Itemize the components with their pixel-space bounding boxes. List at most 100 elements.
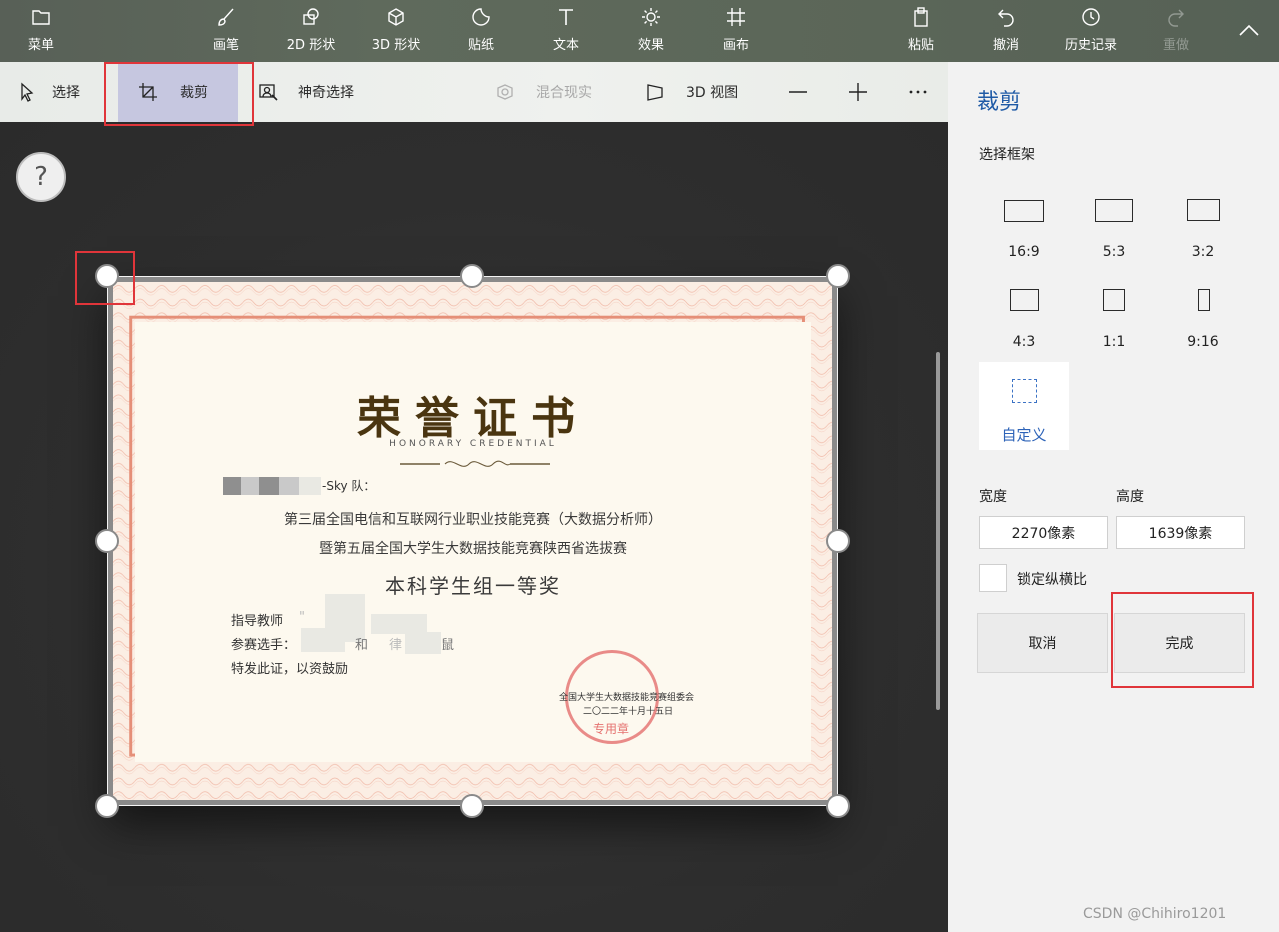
- crop-handle-bottom-left[interactable]: [95, 794, 119, 818]
- cursor-icon: [21, 82, 34, 102]
- mixed-reality-tool[interactable]: 混合现实: [495, 62, 592, 122]
- crop-handle-bottom-right[interactable]: [826, 794, 850, 818]
- ratio-1-1-button[interactable]: 1:1: [1069, 282, 1159, 372]
- redacted-team-name: [279, 477, 299, 495]
- sticker-icon: [472, 8, 490, 26]
- more-icon: [909, 90, 927, 94]
- magic-select-label: 神奇选择: [298, 85, 354, 101]
- crop-handle-bottom[interactable]: [460, 794, 484, 818]
- crop-panel: 裁剪 选择框架 16:9 5:3 3:2 4:3 1:1 9:16 自定义 宽度…: [948, 62, 1279, 932]
- magic-select-tool[interactable]: 神奇选择: [258, 62, 354, 122]
- teacher-label: 指导教师: [231, 614, 284, 629]
- menu-button[interactable]: 菜单: [5, 6, 77, 58]
- text-button[interactable]: 文本: [530, 6, 602, 58]
- redacted-team-name: [223, 477, 241, 495]
- ratio-3-2-button[interactable]: 3:2: [1158, 192, 1248, 282]
- canvas-area[interactable]: ? 荣誉证书 HONORARY CREDENTIAL -Sky 队： 第三届全国…: [0, 122, 948, 932]
- stickers-button[interactable]: 贴纸: [445, 6, 517, 58]
- redacted-participant: [371, 614, 427, 634]
- view-3d-tool[interactable]: 3D 视图: [645, 62, 738, 122]
- history-button[interactable]: 历史记录: [1055, 6, 1127, 58]
- crop-tool[interactable]: 裁剪: [118, 62, 238, 122]
- select-tool[interactable]: 选择: [18, 62, 80, 122]
- seal-text: 专用章: [593, 722, 630, 736]
- brush-label: 画笔: [212, 38, 239, 53]
- help-button[interactable]: ?: [16, 152, 66, 202]
- crop-handle-top-left[interactable]: [95, 264, 119, 288]
- width-input[interactable]: 2270像素: [979, 516, 1108, 549]
- redacted-team-name: [299, 477, 321, 495]
- mixed-reality-icon: [497, 84, 513, 100]
- ratio-16-9-button[interactable]: 16:9: [979, 192, 1069, 282]
- crop-handle-right[interactable]: [826, 529, 850, 553]
- height-input[interactable]: 1639像素: [1116, 516, 1245, 549]
- custom-label: 自定义: [1001, 426, 1047, 444]
- history-icon: [1082, 8, 1100, 26]
- shapes-2d-label: 2D 形状: [286, 38, 336, 53]
- custom-frame-icon: [1012, 379, 1037, 403]
- ornament-divider: [400, 460, 550, 467]
- text-label: 文本: [552, 38, 579, 53]
- participant-fragment: 和: [355, 638, 369, 653]
- canvas-icon: [727, 8, 745, 26]
- ratio-custom-button[interactable]: 自定义: [979, 362, 1069, 450]
- more-button[interactable]: [908, 62, 928, 122]
- ratio-9-16-icon: [1198, 289, 1210, 311]
- sun-icon: [642, 8, 660, 26]
- ratio-4-3-icon: [1010, 289, 1039, 311]
- brush-button[interactable]: 画笔: [190, 6, 262, 58]
- paste-button[interactable]: 粘贴: [885, 6, 957, 58]
- zoom-in-button[interactable]: [848, 62, 868, 122]
- vertical-scrollbar[interactable]: [936, 352, 940, 710]
- ratio-9-16-button[interactable]: 9:16: [1158, 282, 1248, 372]
- ratio-label: 9:16: [1187, 334, 1219, 350]
- certificate-subtitle: HONORARY CREDENTIAL: [389, 439, 557, 449]
- participants-label: 参赛选手：: [231, 638, 297, 653]
- cube-icon: [388, 8, 404, 26]
- date-line: 二〇二二年十月十五日: [583, 707, 674, 717]
- participant-fragment: 律: [389, 638, 403, 653]
- ratio-5-3-button[interactable]: 5:3: [1069, 192, 1159, 282]
- undo-button[interactable]: 撤消: [970, 6, 1042, 58]
- ratio-label: 4:3: [1012, 334, 1036, 350]
- redo-button[interactable]: 重做: [1140, 6, 1212, 58]
- redacted-participant: [405, 632, 441, 654]
- ratio-label: 1:1: [1102, 334, 1126, 350]
- brush-icon: [218, 8, 234, 26]
- panel-title: 裁剪: [977, 90, 1022, 115]
- cancel-button[interactable]: 取消: [977, 613, 1108, 673]
- effects-button[interactable]: 效果: [615, 6, 687, 58]
- shapes-3d-button[interactable]: 3D 形状: [360, 6, 432, 58]
- crop-handle-top-right[interactable]: [826, 264, 850, 288]
- crop-handle-top[interactable]: [460, 264, 484, 288]
- competition-line-2: 暨第五届全国大学生大数据技能竞赛陕西省选拔赛: [319, 541, 627, 557]
- competition-line-1: 第三届全国电信和互联网行业职业技能竞赛（大数据分析师）: [284, 512, 662, 528]
- undo-icon: [998, 9, 1014, 27]
- ratio-4-3-button[interactable]: 4:3: [979, 282, 1069, 372]
- certificate-body: 荣誉证书 HONORARY CREDENTIAL -Sky 队： 第三届全国电信…: [135, 322, 811, 762]
- ratio-16-9-icon: [1004, 200, 1044, 222]
- redacted-participant: [301, 628, 345, 652]
- done-button[interactable]: 完成: [1114, 613, 1245, 673]
- clipboard-icon: [914, 7, 928, 27]
- redo-label: 重做: [1162, 38, 1189, 53]
- shapes-2d-button[interactable]: 2D 形状: [275, 6, 347, 58]
- paste-label: 粘贴: [907, 38, 934, 53]
- crop-icon: [139, 83, 157, 101]
- redacted-team-name: [241, 477, 259, 495]
- canvas-button[interactable]: 画布: [700, 6, 772, 58]
- team-line: -Sky 队：: [322, 479, 376, 493]
- certificate-title: 荣誉证书: [357, 393, 589, 444]
- shapes-2d-icon: [303, 8, 319, 25]
- undo-label: 撤消: [992, 38, 1019, 53]
- crop-handle-left[interactable]: [95, 529, 119, 553]
- plus-icon: [849, 83, 867, 101]
- zoom-out-button[interactable]: [788, 62, 808, 122]
- menu-label: 菜单: [27, 38, 54, 53]
- ratio-1-1-icon: [1103, 289, 1125, 311]
- lock-aspect-checkbox[interactable]: [979, 564, 1007, 592]
- lock-aspect-label: 锁定纵横比: [1017, 572, 1087, 588]
- help-label: ?: [34, 162, 48, 192]
- collapse-toolbar-button[interactable]: [1238, 22, 1260, 38]
- top-toolbar: 菜单 画笔 2D 形状 3D 形状 贴纸 文本 效果 画布 粘贴 撤消 历史记录: [0, 0, 1279, 62]
